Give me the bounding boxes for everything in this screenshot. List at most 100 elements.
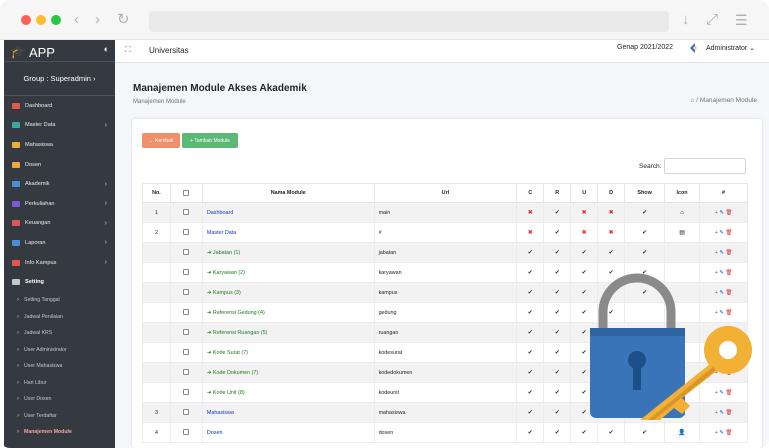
module-name[interactable]: Jabatan (1) [213,250,240,256]
module-name[interactable]: Kampus (3) [213,290,241,296]
module-name[interactable]: Karyawan (2) [213,270,245,276]
check-icon[interactable]: ✔ [582,250,587,256]
trash-icon[interactable]: 🗑 [725,250,732,256]
trash-icon[interactable]: 🗑 [725,390,732,396]
trash-icon[interactable]: 🗑 [725,330,732,336]
search-input[interactable] [664,158,746,174]
cross-icon[interactable]: ✖ [582,210,587,216]
sidebar-toggle-icon[interactable]: ◐ [104,44,109,54]
maximize-window-button[interactable] [51,15,61,25]
check-icon[interactable]: ✔ [528,310,533,316]
row-checkbox[interactable] [183,369,190,376]
hamburger-menu-icon[interactable]: ☰ [735,10,748,30]
check-icon[interactable]: ✔ [582,350,587,356]
table-row[interactable]: ➜ Kode Unit (8) kodeunit ✔ ✔ ✔ + ✎ 🗑 [142,382,748,403]
table-row[interactable]: 3 Mahasiswa mahasiswa ✔ ✔ ✔ 👥 + ✎ 🗑 [142,402,748,423]
sidebar-item-info-kampus[interactable]: Info Kampus › [4,253,115,273]
minimize-window-button[interactable] [36,15,46,25]
check-icon[interactable]: ✔ [582,410,587,416]
cross-icon[interactable]: ✖ [609,210,614,216]
check-icon[interactable]: ✔ [528,250,533,256]
column-header[interactable]: Icon [664,183,700,203]
trash-icon[interactable]: 🗑 [725,230,732,236]
submenu-item-manajemen-module[interactable]: › Manajemen Module [4,424,115,441]
module-name[interactable]: Kode Unit (8) [213,390,245,396]
sidebar-item-mahasiswa[interactable]: Mahasiswa [4,135,115,155]
module-name[interactable]: Kode Dokumen (7) [213,370,258,376]
row-checkbox[interactable] [183,289,190,296]
sidebar-item-setting[interactable]: Setting [4,272,115,292]
table-row[interactable]: ➜ Jabatan (1) jabatan ✔ ✔ ✔ ✔ ✔ + ✎ 🗑 [142,242,748,263]
submenu-item-user-dosen[interactable]: › User Dosen [4,391,115,408]
trash-icon[interactable]: 🗑 [725,350,732,356]
check-icon[interactable]: ✔ [609,270,614,276]
user-menu[interactable]: Administrator ⌄ [706,44,755,52]
check-icon[interactable]: ✔ [582,370,587,376]
check-icon[interactable]: ✔ [582,390,587,396]
back-button[interactable]: ← Kembali [142,133,180,148]
row-checkbox[interactable] [183,209,190,216]
trash-icon[interactable]: 🗑 [725,370,732,376]
forward-arrow-icon[interactable]: › [95,10,100,30]
select-all-checkbox[interactable] [183,189,190,196]
module-name[interactable]: Kode Surat (7) [213,350,248,356]
sidebar-item-akademik[interactable]: Akademik › [4,174,115,194]
column-header[interactable]: # [699,183,748,203]
cross-icon[interactable]: ✖ [582,230,587,236]
check-icon[interactable]: ✔ [555,290,560,296]
column-header[interactable]: Show [624,183,666,203]
submenu-item-user-mahasiswa[interactable]: › User Mahasiswa [4,358,115,375]
check-icon[interactable]: ✔ [528,290,533,296]
table-row[interactable]: ➜ Kode Dokumen (7) kodedokumen ✔ ✔ ✔ + ✎ 🗑 [142,362,748,383]
module-name[interactable]: Dashboard [207,210,233,216]
table-row[interactable]: 2 Master Data # ✖ ✔ ✖ ✖ ✔ ▤ + ✎ 🗑 [142,222,748,243]
table-row[interactable]: ➜ Kampus (3) kampus ✔ ✔ ✔ ✔ ✔ + ✎ 🗑 [142,282,748,303]
column-header[interactable]: Url [373,183,518,203]
module-name[interactable]: Referensi Ruangan (5) [213,330,268,336]
check-icon[interactable]: ✔ [642,430,647,436]
check-icon[interactable]: ✔ [609,430,614,436]
check-icon[interactable]: ✔ [555,270,560,276]
check-icon[interactable]: ✔ [642,230,647,236]
check-icon[interactable]: ✔ [555,210,560,216]
cross-icon[interactable]: ✖ [609,230,614,236]
check-icon[interactable]: ✔ [528,350,533,356]
check-icon[interactable]: ✔ [528,330,533,336]
trash-icon[interactable]: 🗑 [725,410,732,416]
breadcrumb[interactable]: ⌂ / Manajemen Module [691,97,757,104]
submenu-item-user-terdaftar[interactable]: › User Terdaftar [4,407,115,424]
trash-icon[interactable]: 🗑 [725,290,732,296]
column-header[interactable]: C [516,183,545,203]
table-row[interactable]: ➜ Kode Surat (7) kodesurat ✔ ✔ ✔ + ✎ 🗑 [142,342,748,363]
table-row[interactable]: ➜ Referensi Ruangan (5) ruangan ✔ ✔ ✔ ✔ + ✎ 🗑 [142,322,748,343]
submenu-item-user-administrator[interactable]: › User Administrator [4,341,115,358]
table-row[interactable]: 1 Dashboard main ✖ ✔ ✖ ✖ ✔ ⌂ + ✎ 🗑 [142,202,748,223]
trash-icon[interactable]: 🗑 [725,310,732,316]
column-header[interactable]: Nama Module [201,183,375,203]
module-name[interactable]: Mahasiswa [207,410,234,416]
check-icon[interactable]: ✔ [555,330,560,336]
check-icon[interactable]: ✔ [528,410,533,416]
table-row[interactable]: ➜ Referensi Gedung (4) gedung ✔ ✔ ✔ ✔ + ✎ 🗑 [142,302,748,323]
submenu-item-hari-libur[interactable]: › Hari Libur [4,374,115,391]
submenu-item-jadwal-krs[interactable]: › Jadwal KRS [4,325,115,342]
reload-icon[interactable]: ↻ [117,10,130,30]
check-icon[interactable]: ✔ [555,310,560,316]
row-checkbox[interactable] [183,229,190,236]
user-group[interactable]: Group : Superadmin › [4,62,115,96]
trash-icon[interactable]: 🗑 [725,270,732,276]
fullscreen-icon[interactable]: ⤢ [706,10,718,30]
check-icon[interactable]: ✔ [642,270,647,276]
cross-icon[interactable]: ✖ [528,230,533,236]
check-icon[interactable]: ✔ [555,230,560,236]
cross-icon[interactable]: ✖ [528,210,533,216]
check-icon[interactable]: ✔ [528,270,533,276]
row-checkbox[interactable] [183,269,190,276]
sidebar-item-dosen[interactable]: Dosen [4,155,115,175]
close-window-button[interactable] [21,15,31,25]
table-row[interactable]: 4 Dosen dosen ✔ ✔ ✔ ✔ ✔ 👤 + ✎ 🗑 [142,422,748,443]
row-checkbox[interactable] [183,429,190,436]
check-icon[interactable]: ✔ [609,330,614,336]
check-icon[interactable]: ✔ [582,270,587,276]
brand[interactable]: 🎓 APP ◐ [4,40,115,62]
